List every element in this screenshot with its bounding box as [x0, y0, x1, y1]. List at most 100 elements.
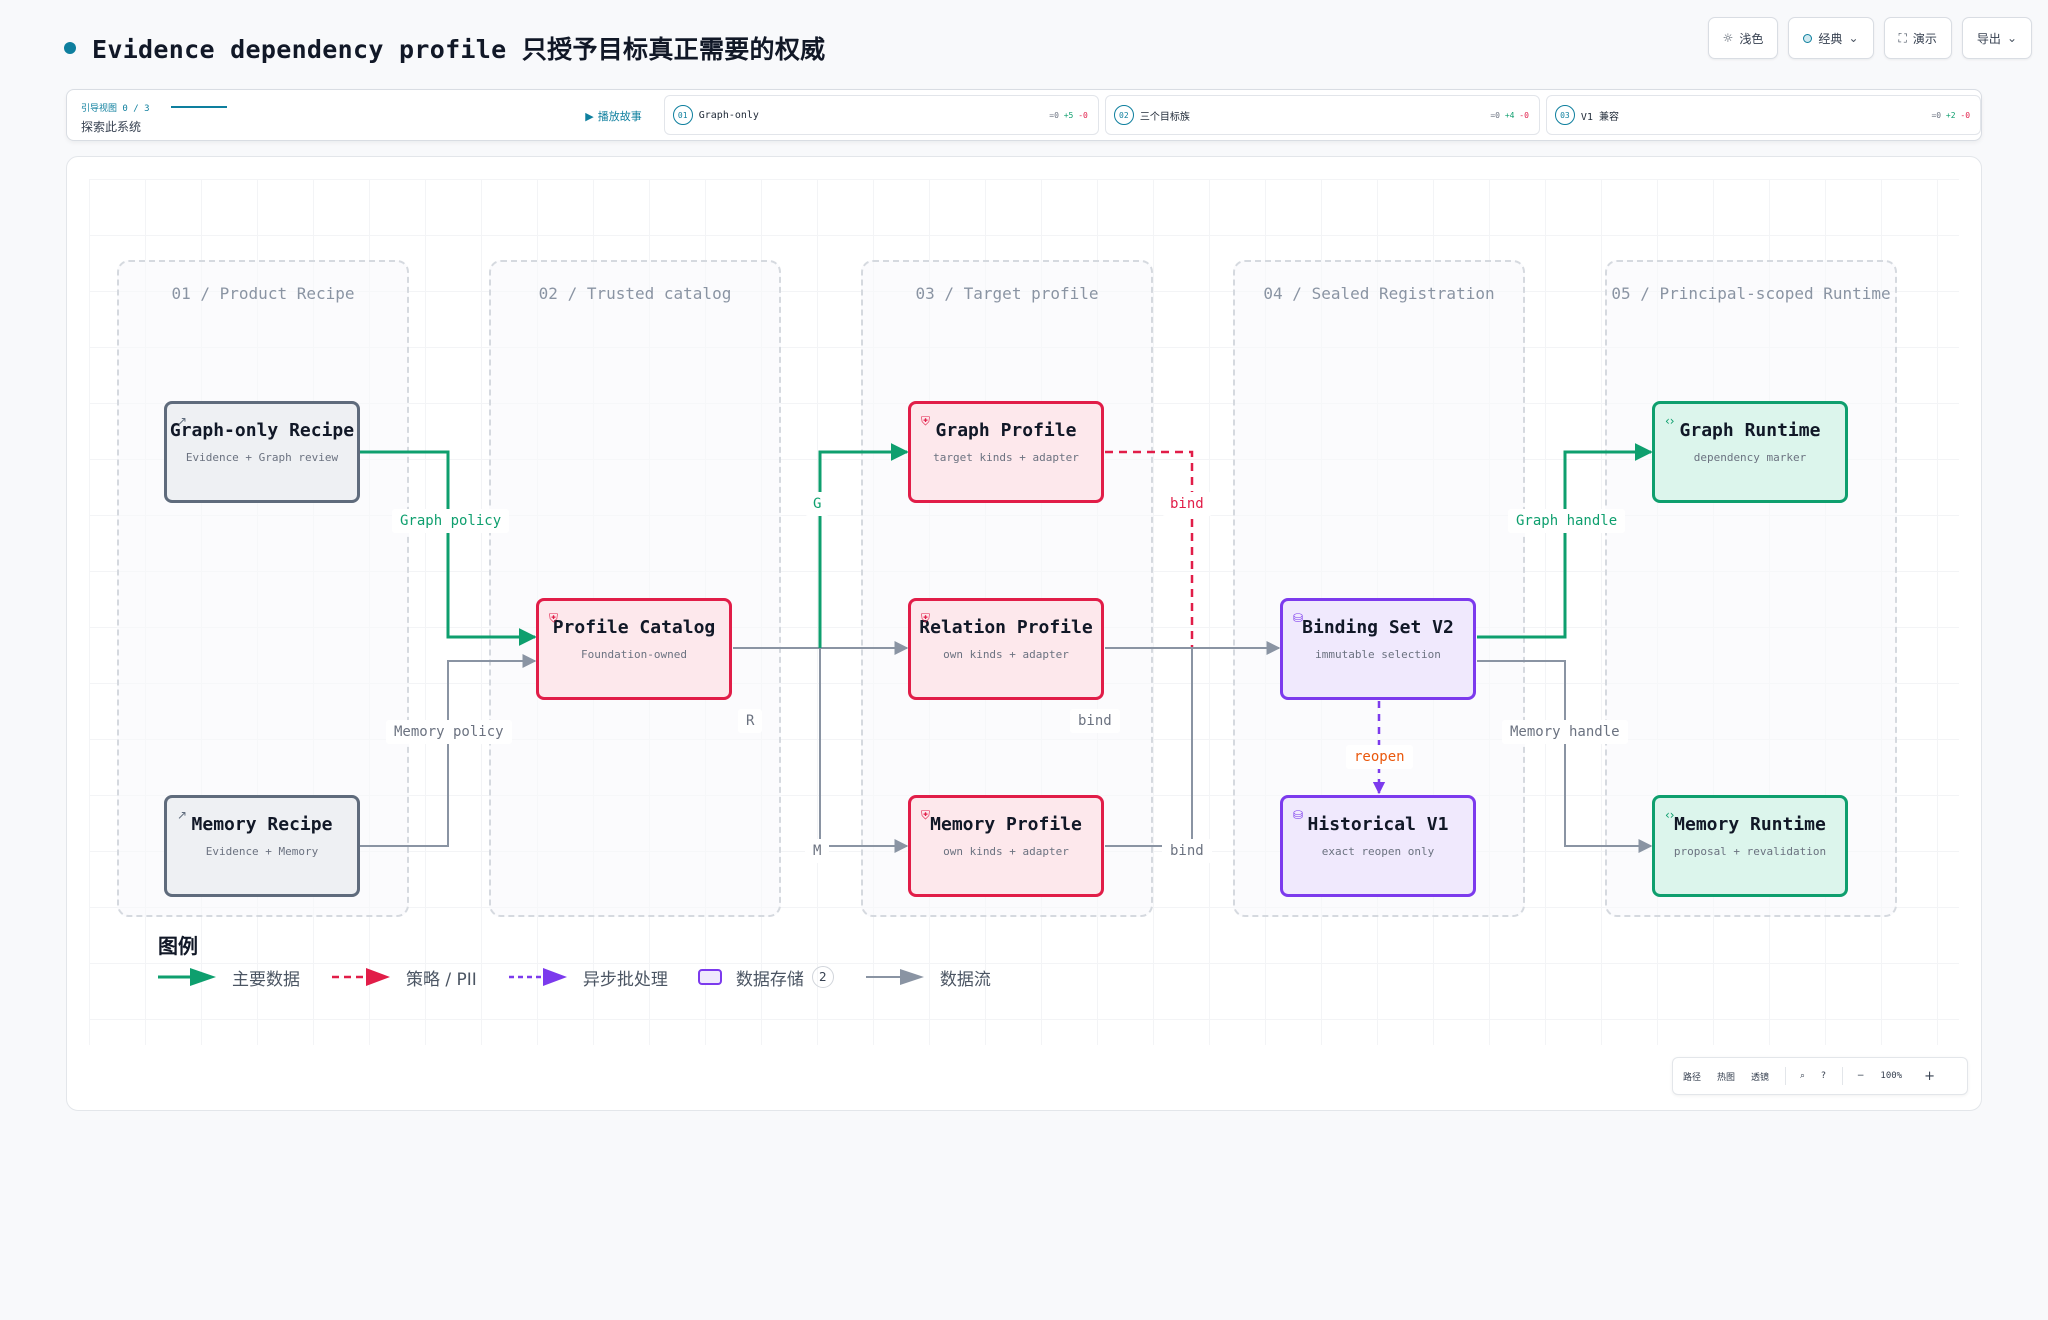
step-label: V1 兼容: [1580, 111, 1619, 123]
node-title: Binding Set V2: [1302, 617, 1454, 638]
database-icon: ⛁: [1293, 611, 1304, 625]
node-title: Profile Catalog: [552, 617, 716, 638]
shield-icon: ⛨: [921, 808, 931, 822]
node-profile-catalog[interactable]: ⛨ Profile Catalog Foundation-owned: [536, 598, 732, 700]
node-binding-set-v2[interactable]: ⛁ Binding Set V2 immutable selection: [1280, 598, 1476, 700]
node-subtitle: target kinds + adapter: [933, 451, 1079, 464]
node-title: Graph Runtime: [1679, 420, 1821, 441]
stat-removed: -0: [1960, 110, 1971, 120]
node-graph-profile[interactable]: ⛨ Graph Profile target kinds + adapter: [908, 401, 1104, 503]
external-link-icon: ↗: [177, 808, 188, 822]
legend-item-store: 数据存储 2: [697, 965, 834, 990]
zoom-in-button[interactable]: +: [1924, 1069, 1935, 1084]
sun-icon: ☼: [1722, 31, 1734, 45]
story-subtitle: 探索此系统: [81, 120, 142, 134]
code-icon: ‹›: [1665, 808, 1675, 822]
lane-title: 01 / Product Recipe: [171, 284, 355, 303]
legend-label: 数据流: [939, 969, 991, 990]
node-subtitle: proposal + revalidation: [1673, 845, 1827, 858]
legend-label: 异步批处理: [582, 969, 668, 990]
page-title-subtitle: 只授予目标真正需要的权威: [521, 35, 826, 64]
step-number: 02: [1113, 105, 1134, 125]
edge-label-memory-policy: Memory policy: [386, 720, 512, 744]
zoom-controls: 路径 热图 透镜 ⌕ ? − 100% +: [1672, 1057, 1968, 1095]
legend-label: 策略 / PII: [406, 969, 477, 990]
export-button[interactable]: 导出 ⌄: [1961, 17, 2032, 59]
node-memory-recipe[interactable]: ↗ Memory Recipe Evidence + Memory: [164, 795, 360, 897]
present-button[interactable]: ⛶ 演示: [1883, 17, 1952, 59]
style-select[interactable]: 经典 ⌄: [1788, 17, 1874, 59]
theme-label: 浅色: [1739, 31, 1764, 46]
node-subtitle: immutable selection: [1315, 648, 1441, 661]
play-story-label: 播放故事: [597, 110, 642, 123]
story-bar: 引导视图 0 / 3 探索此系统 ▶ 播放故事 01 Graph-only =0…: [66, 89, 1982, 141]
story-kicker: 引导视图 0 / 3: [81, 104, 150, 114]
step-stats: =0 +4 -0: [1490, 111, 1529, 120]
legend-item-async: 异步批处理: [507, 965, 668, 990]
legend-flow-line: [865, 969, 924, 985]
step-number: 01: [672, 105, 693, 125]
legend-title: 图例: [158, 934, 198, 958]
zoom-level: 100%: [1880, 1071, 1903, 1081]
stat-equal: =0: [1490, 110, 1500, 120]
edge-label-bind-red: bind: [1162, 492, 1212, 516]
fullscreen-icon: ⛶: [1898, 30, 1907, 45]
legend-label: 主要数据: [232, 969, 300, 990]
legend-store-count: 2: [811, 966, 834, 988]
node-relation-profile[interactable]: ⛨ Relation Profile own kinds + adapter: [908, 598, 1104, 700]
divider: [1841, 1067, 1843, 1085]
stat-added: +5: [1063, 110, 1074, 120]
node-memory-runtime[interactable]: ‹› Memory Runtime proposal + revalidatio…: [1652, 795, 1848, 897]
legend-store-swatch: [697, 969, 722, 985]
edge-label-r: R: [738, 709, 763, 733]
lane-title: 02 / Trusted catalog: [538, 284, 732, 303]
stat-added: +2: [1945, 110, 1956, 120]
lens-button[interactable]: 透镜: [1751, 1070, 1769, 1083]
lane-title: 03 / Target profile: [915, 284, 1099, 303]
search-icon[interactable]: ⌕: [1800, 1071, 1805, 1081]
edge-label-graph-policy: Graph policy: [392, 509, 510, 533]
zoom-out-button[interactable]: −: [1857, 1071, 1865, 1081]
heatmap-button[interactable]: 热图: [1717, 1070, 1735, 1083]
edge-label-reopen: reopen: [1346, 745, 1413, 769]
node-subtitle: Evidence + Memory: [205, 845, 319, 858]
legend-item-main-data: 主要数据: [156, 965, 300, 990]
play-story-button[interactable]: ▶ 播放故事: [585, 108, 641, 124]
node-subtitle: Evidence + Graph review: [185, 451, 339, 464]
node-title: Graph Profile: [935, 420, 1077, 441]
style-dot-icon: [1803, 33, 1813, 43]
node-title: Memory Recipe: [191, 814, 333, 835]
path-button[interactable]: 路径: [1683, 1070, 1701, 1083]
page-title: Evidence dependency profile 只授予目标真正需要的权威: [92, 30, 825, 66]
lane-trusted-catalog: 02 / Trusted catalog: [489, 260, 781, 917]
story-step[interactable]: 02 三个目标族 =0 +4 -0: [1104, 95, 1540, 135]
story-progress-line: [171, 106, 227, 108]
node-subtitle: Foundation-owned: [581, 648, 687, 661]
story-step[interactable]: 01 Graph-only =0 +5 -0: [663, 95, 1099, 135]
export-label: 导出: [1976, 31, 2001, 46]
story-step[interactable]: 03 V1 兼容 =0 +2 -0: [1545, 95, 1982, 135]
theme-button[interactable]: ☼ 浅色: [1707, 17, 1779, 59]
node-subtitle: dependency marker: [1693, 451, 1807, 464]
top-toolbar: ☼ 浅色 经典 ⌄ ⛶ 演示 导出 ⌄: [1707, 17, 2032, 59]
node-graph-only-recipe[interactable]: ↗ Graph-only Recipe Evidence + Graph rev…: [164, 401, 360, 503]
node-title: Historical V1: [1307, 814, 1449, 835]
step-label: Graph-only: [698, 109, 759, 121]
divider: [1785, 1067, 1787, 1085]
legend-label: 数据存储: [735, 969, 804, 990]
chevron-down-icon: ⌄: [2006, 31, 2017, 45]
help-icon[interactable]: ?: [1821, 1071, 1826, 1081]
story-intro: 引导视图 0 / 3 探索此系统 ▶ 播放故事: [67, 90, 658, 140]
shield-icon: ⛨: [921, 611, 931, 625]
stat-equal: =0: [1931, 110, 1942, 120]
legend-main-data-line: [158, 968, 216, 986]
lane-title: 05 / Principal-scoped Runtime: [1611, 284, 1891, 303]
step-stats: =0 +5 -0: [1049, 111, 1088, 120]
edge-label-m: M: [805, 839, 830, 863]
node-graph-runtime[interactable]: ‹› Graph Runtime dependency marker: [1652, 401, 1848, 503]
legend: 主要数据 策略 / PII 异步批处理 数据存储 2 数据流: [156, 962, 1021, 992]
node-memory-profile[interactable]: ⛨ Memory Profile own kinds + adapter: [908, 795, 1104, 897]
node-historical-v1[interactable]: ⛁ Historical V1 exact reopen only: [1280, 795, 1476, 897]
lane-title: 04 / Sealed Registration: [1263, 284, 1495, 303]
stat-added: +4: [1504, 110, 1515, 120]
